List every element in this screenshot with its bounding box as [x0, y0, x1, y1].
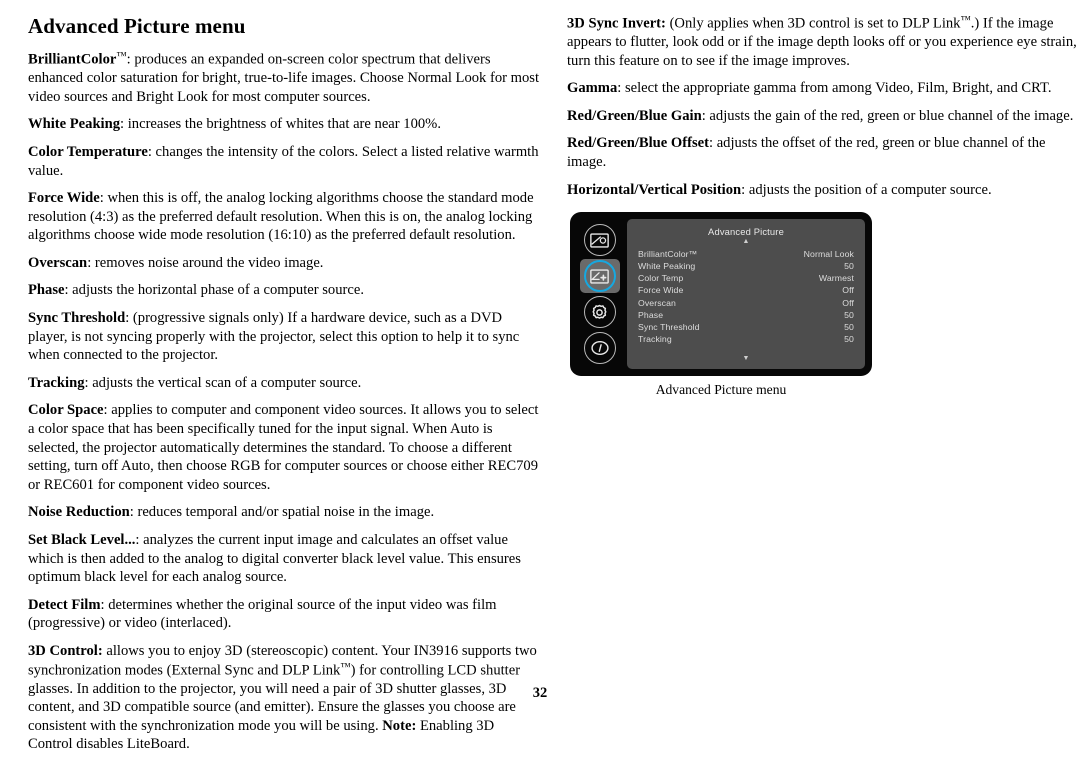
scroll-down-arrow-icon[interactable]: ▼: [638, 354, 854, 364]
entry-item: Red/Green/Blue Gain: adjusts the gain of…: [567, 107, 1080, 126]
entry-term: Tracking: [28, 374, 85, 391]
entry-term: Overscan: [28, 254, 88, 271]
settings-gear-icon: [583, 296, 616, 329]
page-number: 32: [532, 685, 548, 701]
figure-caption: Advanced Picture menu: [655, 382, 787, 398]
osd-row-label: Force Wide: [638, 285, 684, 296]
entry-body: : when this is off, the analog locking a…: [28, 190, 534, 244]
entry-term: Sync Threshold: [28, 310, 126, 327]
entry-term: Gamma: [567, 80, 618, 97]
trademark-icon: ™: [340, 661, 351, 673]
page-title: Advanced Picture menu: [28, 14, 246, 38]
osd-row-value: Warmest: [818, 273, 854, 284]
osd-row-value: Off: [842, 285, 854, 296]
entry-term: Set Black Level...: [28, 532, 136, 549]
osd-row-value: 50: [844, 321, 854, 332]
osd-row-value: 50: [844, 261, 854, 272]
entry-item: Phase: adjusts the horizontal phase of a…: [28, 281, 541, 300]
entry-term: Noise Reduction: [28, 504, 130, 521]
osd-menu-row[interactable]: Phase 50: [638, 309, 854, 321]
osd-row-label: Color Temp: [638, 273, 684, 284]
osd-row-label: White Peaking: [638, 261, 696, 272]
right-column: 3D Sync Invert: (Only applies when 3D co…: [567, 14, 1080, 398]
term-3d-sync-invert: 3D Sync Invert:: [567, 15, 666, 32]
osd-content-panel: Advanced Picture ▲ BrilliantColor™ Normal…: [627, 219, 865, 370]
osd-row-value: 50: [844, 333, 854, 344]
entry-item: Color Space: applies to computer and com…: [28, 401, 541, 494]
entry-item: Detect Film: determines whether the orig…: [28, 596, 541, 633]
osd-rail-item-basic-picture[interactable]: [580, 223, 620, 257]
osd-title: Advanced Picture: [708, 226, 784, 238]
entry-body: : select the appropriate gamma from amon…: [617, 80, 1052, 97]
osd-menu-row[interactable]: White Peaking 50: [638, 260, 854, 272]
scroll-up-arrow-icon[interactable]: ▲: [638, 238, 854, 246]
document-page: Advanced Picture menu BrilliantColor™: p…: [0, 0, 1080, 752]
entry-term: White Peaking: [28, 116, 121, 133]
entry-term: Color Space: [28, 402, 104, 419]
note-label: Note:: [382, 717, 417, 734]
info-icon: [583, 332, 616, 365]
osd-row-label: Sync Threshold: [638, 321, 700, 332]
entry-item: Force Wide: when this is off, the analog…: [28, 189, 541, 245]
osd-menu-row[interactable]: Color Temp Warmest: [638, 272, 854, 284]
entry-body: : adjusts the gain of the red, green or …: [701, 107, 1074, 124]
osd-menu-list: BrilliantColor™ Normal Look White Peaking 5…: [638, 248, 854, 354]
entry-body: : increases the brightness of whites tha…: [120, 116, 441, 133]
entry-term: Force Wide: [28, 190, 100, 207]
osd-row-value: Off: [842, 297, 854, 308]
osd-rail-item-settings[interactable]: [580, 295, 620, 329]
entry-item: Sync Threshold: (progressive signals onl…: [28, 309, 541, 365]
osd-row-value: 50: [844, 309, 854, 320]
entry-item: Noise Reduction: reduces temporal and/or…: [28, 503, 541, 522]
entry-item: Tracking: adjusts the vertical scan of a…: [28, 374, 541, 393]
entry-body: : adjusts the vertical scan of a compute…: [84, 374, 362, 391]
basic-picture-icon: [583, 224, 616, 257]
advanced-picture-icon: [583, 260, 616, 293]
entry-term: Color Temperature: [28, 143, 148, 160]
osd-menu-row[interactable]: Force Wide Off: [638, 284, 854, 296]
entry-item: Set Black Level...: analyzes the current…: [28, 531, 541, 587]
osd-row-label: BrilliantColor™: [638, 249, 698, 260]
entry-term: BrilliantColor: [28, 51, 117, 68]
entry-item: Gamma: select the appropriate gamma from…: [567, 79, 1080, 98]
osd-menu-row[interactable]: Sync Threshold 50: [638, 321, 854, 333]
two-column-layout: Advanced Picture menu BrilliantColor™: p…: [28, 14, 1077, 763]
entry-body: : removes noise around the video image.: [87, 254, 324, 271]
entry-term: Phase: [28, 282, 65, 299]
entry-item: White Peaking: increases the brightness …: [28, 115, 541, 134]
osd-row-value: Normal Look: [803, 249, 854, 260]
entry-item: Red/Green/Blue Offset: adjusts the offse…: [567, 134, 1080, 171]
osd-rail-item-info[interactable]: [580, 331, 620, 365]
entry-3d-sync-invert: 3D Sync Invert: (Only applies when 3D co…: [567, 14, 1080, 70]
entry-item: Horizontal/Vertical Position: adjusts th…: [567, 181, 1080, 200]
entry-term: Red/Green/Blue Gain: [567, 107, 702, 124]
trademark-icon: ™: [116, 51, 127, 63]
entry-term: Horizontal/Vertical Position: [567, 181, 742, 198]
osd-sidebar-rail: [576, 219, 623, 369]
osd-menu-row[interactable]: Overscan Off: [638, 297, 854, 309]
osd-figure: Advanced Picture ▲ BrilliantColor™ Normal…: [567, 212, 1080, 398]
osd-window: Advanced Picture ▲ BrilliantColor™ Normal…: [570, 212, 872, 377]
entry-item: Color Temperature: changes the intensity…: [28, 143, 541, 180]
entry-item: BrilliantColor™: produces an expanded on…: [28, 50, 541, 106]
osd-row-label: Overscan: [638, 297, 676, 308]
entry-item: Overscan: removes noise around the video…: [28, 254, 541, 273]
entry-body: : adjusts the position of a computer sou…: [741, 181, 992, 198]
osd-row-label: Tracking: [638, 333, 672, 344]
entry-body: : applies to computer and component vide…: [28, 402, 539, 493]
entry-term: Red/Green/Blue Offset: [567, 135, 709, 152]
osd-row-label: Phase: [638, 309, 664, 320]
entry-body: : reduces temporal and/or spatial noise …: [129, 504, 435, 521]
term-3d-control: 3D Control:: [28, 642, 103, 659]
trademark-icon: ™: [960, 15, 971, 26]
left-column: Advanced Picture menu BrilliantColor™: p…: [28, 14, 541, 763]
body-sync-invert-part1: (Only applies when 3D control is set to …: [665, 15, 961, 32]
osd-menu-row[interactable]: BrilliantColor™ Normal Look: [638, 248, 854, 260]
entry-body: : adjusts the horizontal phase of a comp…: [64, 282, 364, 299]
osd-rail-item-advanced-picture[interactable]: [579, 259, 620, 294]
right-column-entries: Gamma: select the appropriate gamma from…: [567, 79, 1080, 199]
left-column-entries: BrilliantColor™: produces an expanded on…: [28, 50, 541, 633]
entry-term: Detect Film: [28, 596, 101, 613]
osd-menu-row[interactable]: Tracking 50: [638, 333, 854, 345]
